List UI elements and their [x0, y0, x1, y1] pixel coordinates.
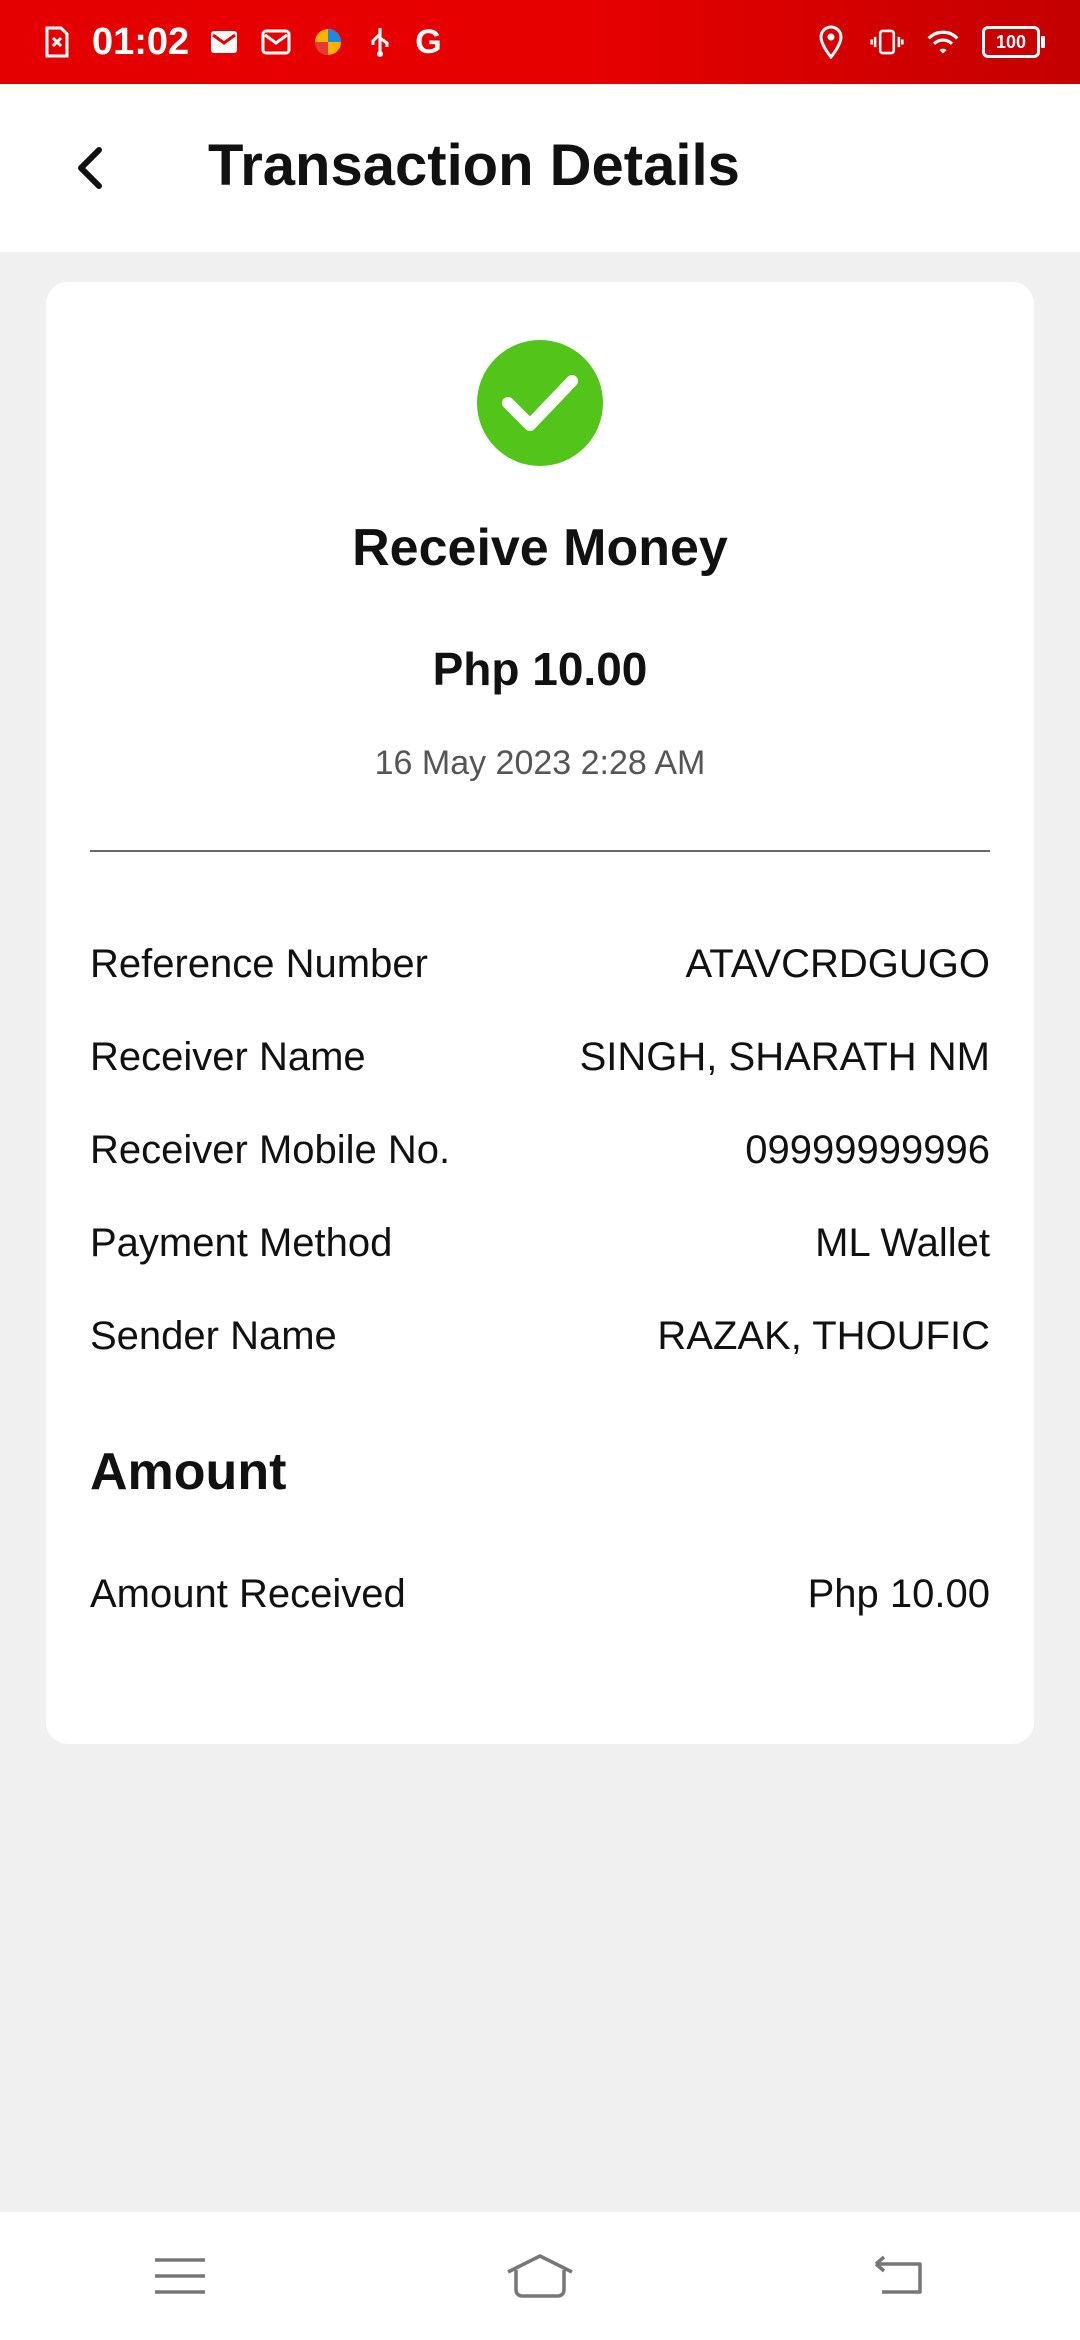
mail-icon	[207, 25, 241, 59]
transaction-type: Receive Money	[352, 519, 728, 577]
home-icon	[507, 2254, 573, 2298]
detail-label: Sender Name	[90, 1314, 337, 1358]
back-button[interactable]	[58, 136, 122, 200]
app-bar: Transaction Details	[0, 84, 1080, 252]
transaction-card: Receive Money Php 10.00 16 May 2023 2:28…	[46, 282, 1034, 1744]
amount-section-title: Amount	[90, 1443, 287, 1501]
detail-row-reference-number: Reference Number ATAVCRDGUGO	[90, 918, 990, 1011]
status-bar: 01:02 G 100	[0, 0, 1080, 84]
transaction-amount: Php 10.00	[432, 643, 648, 695]
success-check-icon	[477, 340, 603, 466]
sim-error-icon	[40, 25, 74, 59]
detail-label: Receiver Mobile No.	[90, 1128, 451, 1172]
amount-received-row: Amount Received Php 10.00	[90, 1572, 990, 1617]
home-nav-button[interactable]	[480, 2236, 600, 2316]
menu-nav-button[interactable]	[120, 2236, 240, 2316]
details-list: Reference Number ATAVCRDGUGO Receiver Na…	[90, 918, 990, 1383]
amount-received-value: Php 10.00	[807, 1572, 990, 1616]
detail-value: ML Wallet	[815, 1221, 990, 1265]
divider	[90, 850, 990, 852]
wifi-icon	[926, 25, 960, 59]
detail-value: RAZAK, THOUFIC	[657, 1314, 990, 1358]
detail-row-sender-name: Sender Name RAZAK, THOUFIC	[90, 1290, 990, 1383]
detail-label: Reference Number	[90, 942, 428, 986]
page-title: Transaction Details	[208, 133, 740, 198]
detail-row-receiver-name: Receiver Name SINGH, SHARATH NM	[90, 1011, 990, 1104]
detail-row-payment-method: Payment Method ML Wallet	[90, 1197, 990, 1290]
transaction-datetime: 16 May 2023 2:28 AM	[374, 744, 706, 782]
email-icon	[259, 25, 293, 59]
detail-value: 09999999996	[745, 1128, 990, 1172]
location-icon	[814, 25, 848, 59]
chevron-left-icon	[78, 147, 102, 189]
system-nav-bar	[0, 2212, 1080, 2340]
google-icon: G	[415, 22, 442, 61]
browser-icon	[311, 25, 345, 59]
back-nav-button[interactable]	[840, 2236, 960, 2316]
vibrate-icon	[870, 25, 904, 59]
detail-value: SINGH, SHARATH NM	[579, 1035, 990, 1079]
amount-received-label: Amount Received	[90, 1572, 406, 1616]
detail-value: ATAVCRDGUGO	[685, 942, 990, 986]
usb-icon	[363, 25, 397, 59]
detail-label: Receiver Name	[90, 1035, 366, 1079]
detail-label: Payment Method	[90, 1221, 393, 1265]
back-arrow-icon	[874, 2255, 922, 2294]
detail-row-receiver-mobile: Receiver Mobile No. 09999999996	[90, 1104, 990, 1197]
status-time: 01:02	[92, 20, 190, 63]
menu-icon	[155, 2258, 205, 2294]
battery-indicator: 100	[982, 26, 1045, 58]
